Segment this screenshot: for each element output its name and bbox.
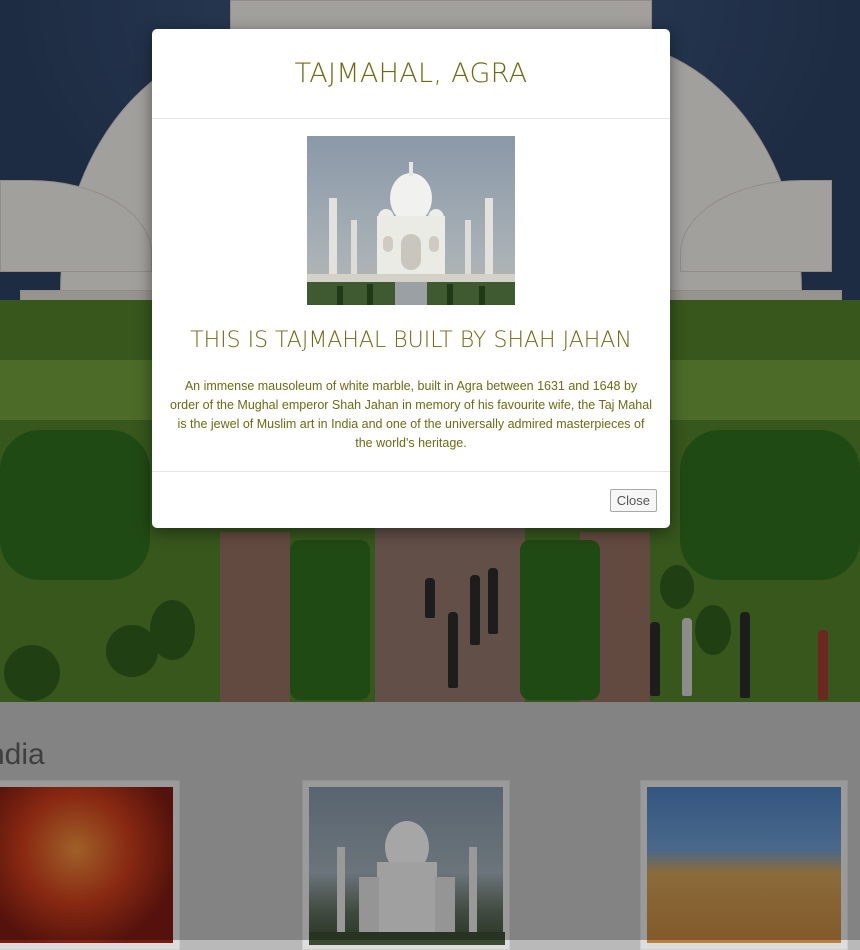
modal-description: An immense mausoleum of white marble, bu… [170, 379, 652, 450]
modal-header: TAJMAHAL, AGRA [152, 29, 670, 119]
modal-dialog: TAJMAHAL, AGRA THIS IS TAJMAHAL BUILT BY… [152, 29, 670, 528]
taj-mahal-photo [307, 136, 515, 305]
close-button[interactable]: Close [609, 489, 657, 512]
modal-title: TAJMAHAL, AGRA [294, 58, 528, 89]
modal-body: THIS IS TAJMAHAL BUILT BY SHAH JAHAN An … [152, 119, 670, 472]
modal-subtitle: THIS IS TAJMAHAL BUILT BY SHAH JAHAN [190, 328, 632, 353]
